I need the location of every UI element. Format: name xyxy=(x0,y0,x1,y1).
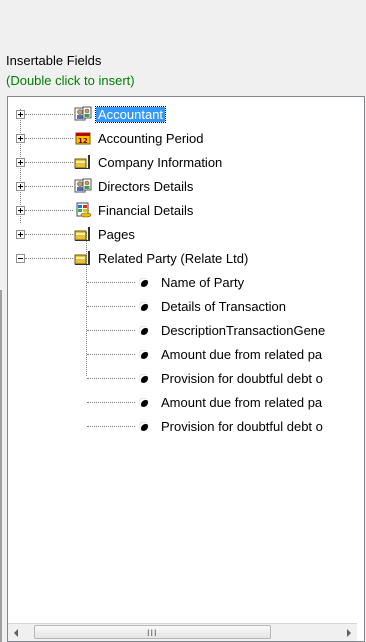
window-edge xyxy=(0,290,2,642)
fields-tree[interactable]: Accountant 12 Accounting Period Company … xyxy=(7,96,365,642)
tree-node-label: Accounting Period xyxy=(98,131,204,146)
tree-node-accounting-period[interactable]: 12 Accounting Period xyxy=(8,130,364,148)
tree-connector xyxy=(87,330,135,331)
tree-node-financial-details[interactable]: Financial Details xyxy=(8,202,364,220)
tree-connector xyxy=(87,378,135,379)
tree-node-label: Related Party (Relate Ltd) xyxy=(98,251,249,266)
tree-connector xyxy=(87,354,135,355)
tree-node-label: Accountant xyxy=(94,106,167,123)
tree-leaf-details-of-transaction[interactable]: Details of Transaction xyxy=(8,298,364,316)
tree-leaf-amount-due-1[interactable]: Amount due from related pa xyxy=(8,346,364,364)
panel-title: Insertable Fields xyxy=(6,53,102,68)
tree-node-company-information[interactable]: Company Information xyxy=(8,154,364,172)
tree-leaf-label: Amount due from related pa xyxy=(161,395,323,410)
scroll-grip: III xyxy=(147,628,158,638)
field-bullet-icon xyxy=(139,302,148,311)
field-bullet-icon xyxy=(139,326,148,335)
chevron-right-icon xyxy=(347,629,351,637)
folder-icon xyxy=(74,250,92,266)
tree-leaf-name-of-party[interactable]: Name of Party xyxy=(8,274,364,292)
tree-leaf-label: Name of Party xyxy=(161,275,245,290)
tree-node-label: Financial Details xyxy=(98,203,194,218)
tree-leaf-label: Provision for doubtful debt o xyxy=(161,371,323,386)
tree-node-label: Pages xyxy=(98,227,135,242)
tree-connector xyxy=(25,186,73,187)
tree-connector xyxy=(25,138,73,139)
tree-node-accountant[interactable]: Accountant xyxy=(8,106,364,124)
collapse-toggle[interactable] xyxy=(16,254,25,263)
scroll-right-button[interactable] xyxy=(340,624,357,641)
tree-node-label: Company Information xyxy=(98,155,223,170)
folder-icon xyxy=(74,154,92,170)
field-bullet-icon xyxy=(139,374,148,383)
tree-node-directors-details[interactable]: Directors Details xyxy=(8,178,364,196)
tree-connector xyxy=(25,258,73,259)
expand-toggle[interactable] xyxy=(16,134,25,143)
tree-connector xyxy=(25,162,73,163)
tree-leaf-provision-2[interactable]: Provision for doubtful debt o xyxy=(8,418,364,436)
tree-connector xyxy=(25,114,73,115)
tree-connector xyxy=(25,210,73,211)
field-bullet-icon xyxy=(139,350,148,359)
people-icon xyxy=(74,106,92,122)
tree-leaf-label: Provision for doubtful debt o xyxy=(161,419,323,434)
expand-toggle[interactable] xyxy=(16,110,25,119)
tree-connector xyxy=(87,426,135,427)
tree-leaf-provision-1[interactable]: Provision for doubtful debt o xyxy=(8,370,364,388)
tree-connector xyxy=(87,402,135,403)
field-bullet-icon xyxy=(139,398,148,407)
tree-leaf-label: Amount due from related pa xyxy=(161,347,323,362)
field-bullet-icon xyxy=(139,422,148,431)
folder-icon xyxy=(74,226,92,242)
scroll-left-button[interactable] xyxy=(8,624,25,641)
tree-connector xyxy=(87,306,135,307)
tree-node-pages[interactable]: Pages xyxy=(8,226,364,244)
tree-leaf-amount-due-2[interactable]: Amount due from related pa xyxy=(8,394,364,412)
expand-toggle[interactable] xyxy=(16,182,25,191)
field-bullet-icon xyxy=(139,278,148,287)
expand-toggle[interactable] xyxy=(16,158,25,167)
tree-connector xyxy=(25,234,73,235)
financial-icon xyxy=(74,202,92,218)
people-icon xyxy=(74,178,92,194)
chevron-left-icon xyxy=(14,629,18,637)
calendar-icon: 12 xyxy=(74,130,92,146)
insert-hint: (Double click to insert) xyxy=(6,73,135,88)
svg-text:12: 12 xyxy=(78,137,88,145)
tree-leaf-label: Details of Transaction xyxy=(161,299,287,314)
horizontal-scrollbar[interactable]: III xyxy=(8,623,357,641)
tree-leaf-label: DescriptionTransactionGene xyxy=(161,323,326,338)
tree-node-label: Directors Details xyxy=(98,179,194,194)
scroll-thumb[interactable]: III xyxy=(34,625,271,639)
expand-toggle[interactable] xyxy=(16,206,25,215)
tree-node-related-party[interactable]: Related Party (Relate Ltd) xyxy=(8,250,364,268)
tree-leaf-description-transaction[interactable]: DescriptionTransactionGene xyxy=(8,322,364,340)
tree-connector xyxy=(87,282,135,283)
expand-toggle[interactable] xyxy=(16,230,25,239)
